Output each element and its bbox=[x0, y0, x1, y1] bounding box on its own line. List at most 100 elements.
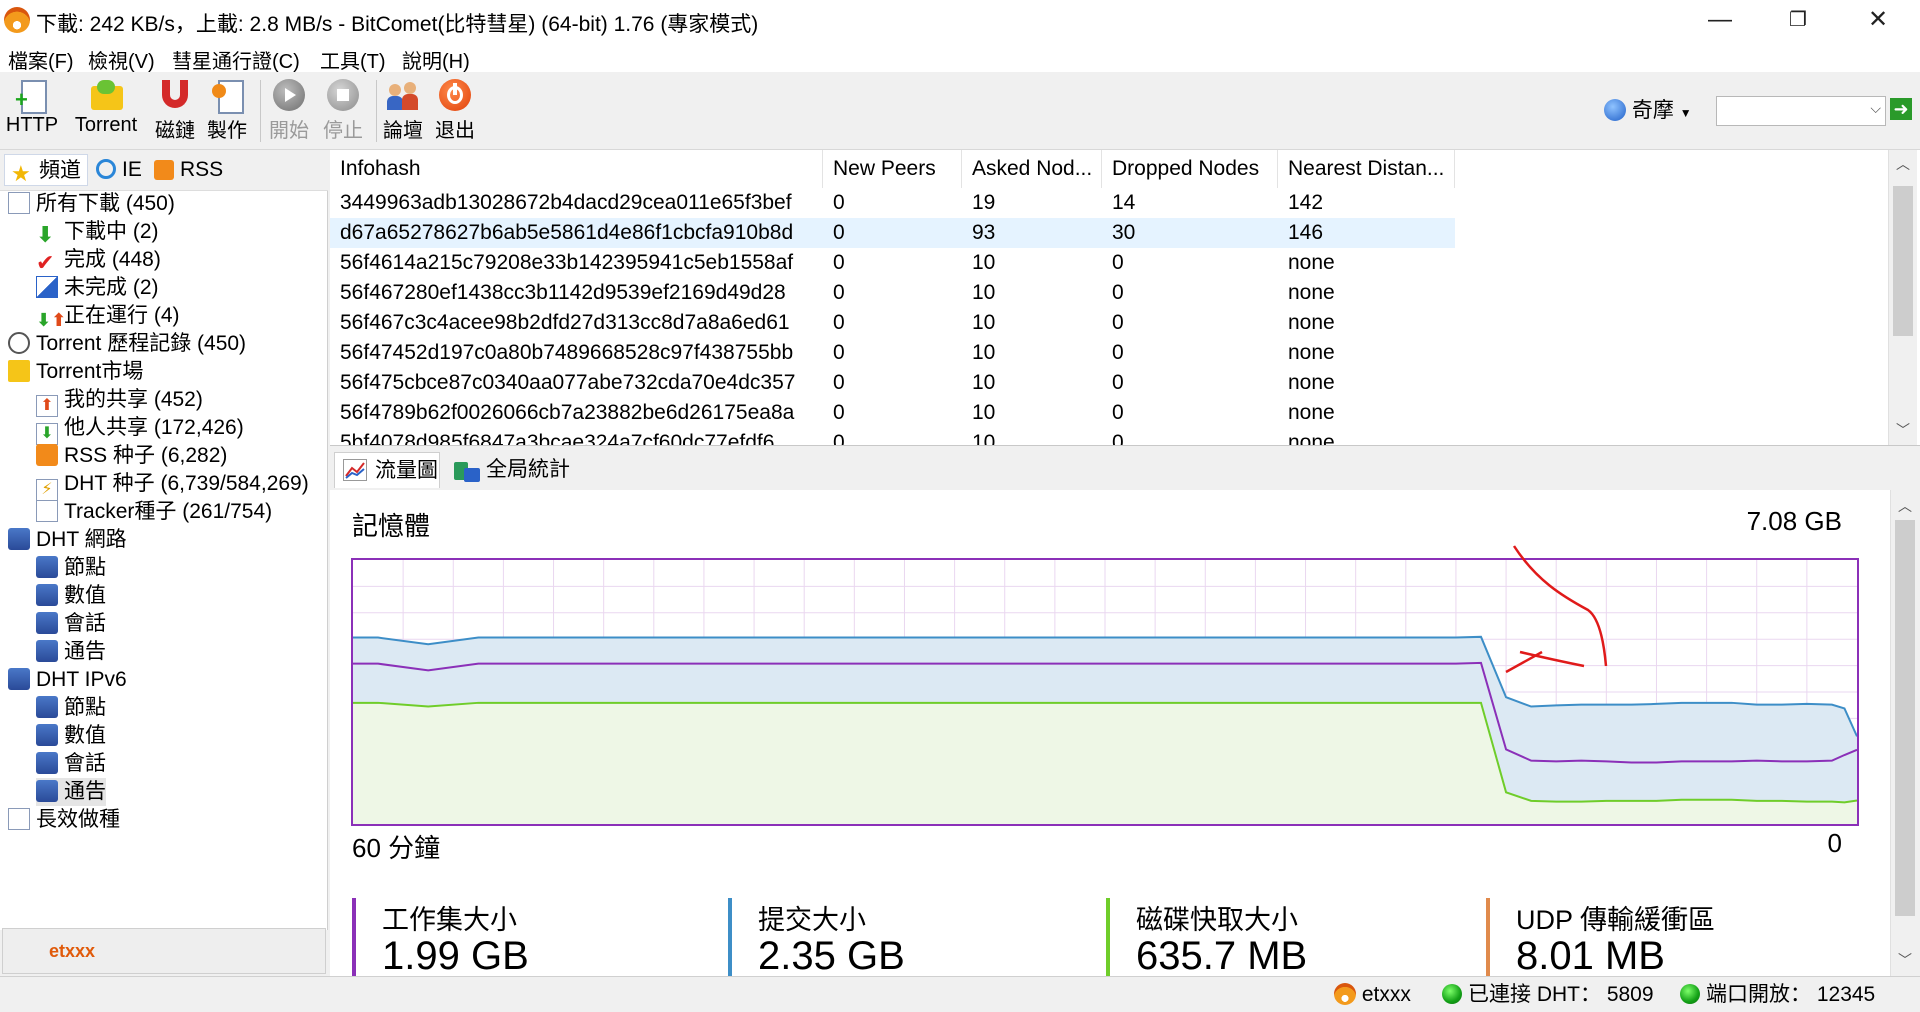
document-icon bbox=[8, 808, 30, 830]
column-header-asked-nodes[interactable]: Asked Nod... bbox=[962, 150, 1102, 188]
search-engine-selector[interactable]: 奇摩 ▼ bbox=[1604, 94, 1692, 124]
graph-max-value: 7.08 GB bbox=[1746, 506, 1842, 536]
ie-icon bbox=[96, 159, 116, 179]
exit-button[interactable]: 退出 bbox=[432, 76, 478, 146]
column-header-new-peers[interactable]: New Peers bbox=[823, 150, 962, 188]
tree-downloading[interactable]: ⬇ 下載中 (2) bbox=[36, 218, 159, 246]
table-row[interactable]: 56f467c3c4acee98b2dfd27d313cc8d7a8a6ed61… bbox=[330, 308, 1455, 338]
tree-completed[interactable]: ✔ 完成 (448) bbox=[36, 246, 161, 274]
table-row[interactable]: d67a65278627b6ab5e5861d4e86f1cbcfa910b8d… bbox=[330, 218, 1455, 248]
chevron-down-icon[interactable]: ⌵ bbox=[1870, 100, 1881, 117]
table-cell: 10 bbox=[972, 401, 996, 424]
menu-file[interactable]: 檔案(F) bbox=[8, 45, 74, 74]
column-header-nearest-distance[interactable]: Nearest Distan... bbox=[1278, 150, 1455, 188]
tree-dht-nodes[interactable]: 節點 bbox=[36, 554, 106, 582]
scroll-up-icon[interactable]: ︿ bbox=[1889, 152, 1917, 176]
search-go-button[interactable]: ➜ bbox=[1890, 98, 1912, 120]
tree-ipv6-nodes[interactable]: 節點 bbox=[36, 694, 106, 722]
tree-dht-ipv6[interactable]: DHT IPv6 bbox=[8, 666, 127, 694]
scroll-down-icon[interactable]: ﹀ bbox=[1889, 418, 1917, 442]
legend-value-working-set: 1.99 GB bbox=[382, 934, 529, 978]
go-arrow-icon: ➜ bbox=[1893, 99, 1909, 119]
menu-tools[interactable]: 工具(T) bbox=[320, 45, 386, 74]
graph-vertical-scrollbar[interactable]: ︿ ﹀ bbox=[1890, 490, 1920, 976]
network-icon bbox=[36, 584, 58, 606]
table-cell: 10 bbox=[972, 431, 996, 446]
stop-button[interactable]: 停止 bbox=[320, 76, 366, 146]
dht-connected-icon bbox=[1442, 984, 1462, 1004]
magnet-button[interactable]: 磁鏈 bbox=[152, 76, 198, 146]
table-row[interactable]: 56f4789b62f0026066cb7a23882be6d26175ea8a… bbox=[330, 398, 1455, 428]
search-input[interactable]: ⌵ bbox=[1716, 96, 1886, 126]
tree-running[interactable]: ⬇⬆正在運行 (4) bbox=[36, 302, 180, 330]
updown-arrows-icon: ⬇⬆ bbox=[36, 310, 67, 330]
menu-view[interactable]: 檢視(V) bbox=[88, 45, 155, 74]
clock-icon bbox=[8, 332, 30, 354]
stop-icon bbox=[326, 78, 360, 112]
scrollbar-thumb[interactable] bbox=[1895, 520, 1915, 916]
table-row[interactable]: 5bf4078d985f6847a3bcae324a7cf60dc77efdf6… bbox=[330, 428, 1455, 446]
minimize-button[interactable]: — bbox=[1684, 0, 1756, 40]
make-torrent-button[interactable]: 製作 bbox=[204, 76, 250, 146]
tree-ipv6-values[interactable]: 數值 bbox=[36, 722, 106, 750]
incomplete-icon bbox=[36, 276, 58, 298]
table-cell: 56f467280ef1438cc3b1142d9539ef2169d49d28 bbox=[340, 281, 786, 304]
stats-icon bbox=[454, 458, 480, 482]
table-cell: 146 bbox=[1288, 221, 1324, 244]
start-button[interactable]: 開始 bbox=[266, 76, 312, 146]
maximize-button[interactable]: ❐ bbox=[1762, 0, 1834, 40]
menu-comet-pass[interactable]: 彗星通行證(C) bbox=[172, 45, 300, 74]
tree-dht-sessions[interactable]: 會話 bbox=[36, 610, 106, 638]
tab-traffic-graph[interactable]: 流量圖 bbox=[334, 452, 440, 488]
table-vertical-scrollbar[interactable]: ︿ ﹀ bbox=[1888, 150, 1917, 445]
tree-my-shares[interactable]: ⬆ 我的共享 (452) bbox=[36, 386, 203, 417]
status-port[interactable]: 端口開放： 12345 bbox=[1680, 981, 1875, 1009]
close-button[interactable]: ✕ bbox=[1842, 0, 1914, 40]
tab-rss[interactable]: RSS bbox=[152, 154, 223, 186]
tree-long-term-seeding[interactable]: 長效做種 bbox=[8, 806, 120, 834]
network-icon bbox=[36, 752, 58, 774]
table-row[interactable]: 56f475cbce87c0340aa077abe732cda70e4dc357… bbox=[330, 368, 1455, 398]
tree-rss-torrents[interactable]: RSS 种子 (6,282) bbox=[36, 442, 227, 470]
table-row[interactable]: 3449963adb13028672b4dacd29cea011e65f3bef… bbox=[330, 188, 1455, 218]
magnet-icon bbox=[158, 78, 192, 112]
column-header-dropped-nodes[interactable]: Dropped Nodes bbox=[1102, 150, 1278, 188]
tree-dht-announces[interactable]: 通告 bbox=[36, 638, 106, 666]
table-cell: none bbox=[1288, 341, 1335, 364]
tab-global-stats[interactable]: 全局統計 bbox=[446, 452, 576, 488]
legend-label-commit-size: 提交大小 bbox=[758, 905, 866, 935]
tree-tracker-torrents[interactable]: Tracker種子 (261/754) bbox=[36, 498, 272, 526]
scrollbar-thumb[interactable] bbox=[1893, 186, 1913, 336]
http-button[interactable]: + HTTP bbox=[4, 76, 60, 146]
table-cell: 56f47452d197c0a80b7489668528c97f438755bb bbox=[340, 341, 794, 364]
table-cell: 142 bbox=[1288, 191, 1324, 214]
tree-ipv6-sessions[interactable]: 會話 bbox=[36, 750, 106, 778]
status-user[interactable]: etxxx bbox=[1334, 981, 1411, 1009]
tree-dht-torrents[interactable]: ⚡ DHT 种子 (6,739/584,269) bbox=[36, 470, 309, 501]
table-cell: 10 bbox=[972, 371, 996, 394]
tab-ie[interactable]: IE bbox=[94, 154, 144, 186]
menu-help[interactable]: 說明(H) bbox=[402, 45, 470, 74]
table-cell: 0 bbox=[1112, 311, 1124, 334]
table-row[interactable]: 56f467280ef1438cc3b1142d9539ef2169d49d28… bbox=[330, 278, 1455, 308]
scroll-up-icon[interactable]: ︿ bbox=[1891, 494, 1919, 518]
table-row[interactable]: 56f4614a215c79208e33b142395941c5eb1558af… bbox=[330, 248, 1455, 278]
tree-torrent-history[interactable]: Torrent 歷程記錄 (450) bbox=[8, 330, 246, 358]
status-dht[interactable]: 已連接 DHT： 5809 bbox=[1442, 981, 1654, 1009]
tree-dht-network[interactable]: DHT 網路 bbox=[8, 526, 127, 554]
graph-x-left-label: 60 分鐘 bbox=[352, 833, 441, 863]
tab-channels[interactable]: ★ 頻道 bbox=[4, 154, 88, 186]
tree-torrent-market[interactable]: Torrent市場 bbox=[8, 358, 143, 386]
tree-all-downloads[interactable]: 所有下載 (450) bbox=[8, 190, 175, 218]
torrent-button[interactable]: Torrent bbox=[68, 76, 144, 146]
forum-button[interactable]: 論壇 bbox=[380, 76, 426, 146]
scroll-down-icon[interactable]: ﹀ bbox=[1891, 948, 1919, 972]
table-row[interactable]: 56f47452d197c0a80b7489668528c97f438755bb… bbox=[330, 338, 1455, 368]
tree-ipv6-announces[interactable]: 通告 bbox=[36, 778, 106, 806]
tree-others-shares[interactable]: ⬇ 他人共享 (172,426) bbox=[36, 414, 244, 445]
globe-icon bbox=[1604, 99, 1626, 121]
tree-dht-values[interactable]: 數值 bbox=[36, 582, 106, 610]
column-header-infohash[interactable]: Infohash bbox=[330, 150, 823, 188]
tree-incomplete[interactable]: 未完成 (2) bbox=[36, 274, 159, 302]
user-account-box[interactable]: etxxx bbox=[2, 928, 326, 974]
